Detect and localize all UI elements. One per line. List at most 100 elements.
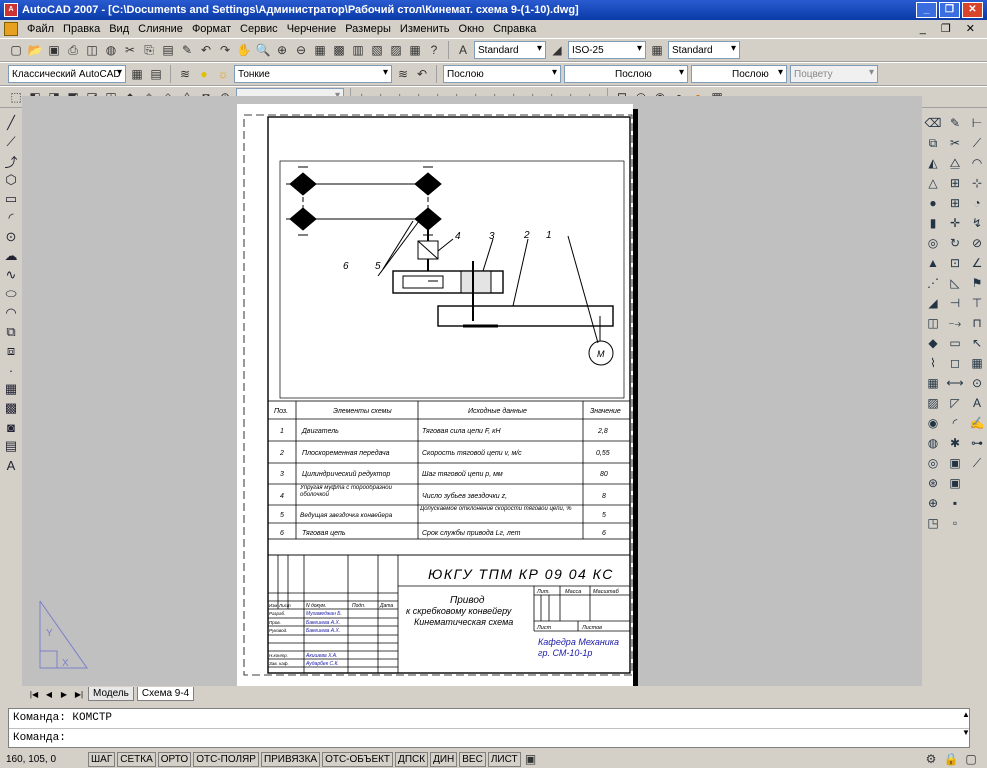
match-properties-icon[interactable]: ✎ [179, 42, 195, 58]
workspace-select[interactable]: Классический AutoCAD [8, 65, 126, 83]
calculator-icon[interactable]: ▦ [407, 42, 423, 58]
dim-text-edit-icon[interactable]: ✍ [968, 414, 986, 432]
osnap-toggle[interactable]: ПРИВЯЗКА [260, 751, 321, 767]
cone-solid-icon[interactable]: ▲ [924, 254, 942, 272]
extend-icon[interactable]: ⤍ [946, 314, 964, 332]
box-solid-icon[interactable]: ◫ [924, 314, 942, 332]
break-icon[interactable]: ▭ [946, 334, 964, 352]
jogged-icon[interactable]: ↯ [968, 214, 986, 232]
new-icon[interactable]: ▢ [8, 42, 24, 58]
linetype-select[interactable]: Послою [564, 65, 688, 83]
pencil-icon[interactable]: ✎ [946, 114, 964, 132]
ellipse-arc-icon[interactable]: ◠ [2, 304, 20, 322]
grid-array-icon[interactable]: ⊞ [946, 194, 964, 212]
lineweight-select[interactable]: Послою [691, 65, 787, 83]
torus-solid-icon[interactable]: ◎ [924, 234, 942, 252]
chamfer-icon[interactable]: ◸ [946, 394, 964, 412]
diameter-icon[interactable]: ⊘ [968, 234, 986, 252]
union-icon[interactable]: ◉ [924, 414, 942, 432]
gradient-icon[interactable]: ▩ [2, 399, 20, 417]
tolerance-icon[interactable]: ▦ [968, 354, 986, 372]
layer-select[interactable]: Тонкие [234, 65, 392, 83]
menu-format[interactable]: Формат [192, 23, 231, 35]
zoom-realtime-icon[interactable]: 🔍 [255, 42, 271, 58]
menu-draw[interactable]: Черчение [287, 23, 337, 35]
help-icon[interactable]: ? [426, 42, 442, 58]
make-current-layer-icon[interactable]: ≋ [395, 66, 411, 82]
join-icon[interactable]: ⟷ [946, 374, 964, 392]
document-menu-icon[interactable] [4, 22, 18, 36]
copy-object-icon[interactable]: ⧉ [924, 134, 942, 152]
redo-icon[interactable]: ↷ [217, 42, 233, 58]
menu-tools[interactable]: Сервис [240, 23, 278, 35]
dyn-toggle[interactable]: ДИН [430, 751, 458, 767]
preview-icon[interactable]: ◫ [84, 42, 100, 58]
menu-modify[interactable]: Изменить [400, 23, 450, 35]
break-point-icon[interactable]: ◻ [946, 354, 964, 372]
clean-screen-icon[interactable]: ▢ [963, 751, 979, 767]
color-select[interactable]: Послою [443, 65, 561, 83]
radius-icon[interactable]: ◔ [968, 194, 986, 212]
minimize-button[interactable]: _ [916, 2, 937, 18]
menu-merge[interactable]: Слияние [138, 23, 183, 35]
dim-edit-icon[interactable]: A [968, 394, 986, 412]
mirror2-icon[interactable]: ⧋ [946, 154, 964, 172]
snap-toggle[interactable]: ШАГ [88, 751, 116, 767]
aligned-dim-icon[interactable]: ⟋ [968, 134, 986, 152]
print-icon[interactable]: ⎙ [65, 42, 81, 58]
intersect-icon[interactable]: ◎ [924, 454, 942, 472]
polygon-icon[interactable]: ⬡ [2, 171, 20, 189]
point-icon[interactable]: · [2, 361, 20, 379]
flatten-icon[interactable]: ◳ [924, 514, 942, 532]
continue-icon[interactable]: ⊓ [968, 314, 986, 332]
baseline-icon[interactable]: ⊤ [968, 294, 986, 312]
properties-icon[interactable]: ▦ [312, 42, 328, 58]
command-scrollbar[interactable]: ▲ ▼ [962, 710, 970, 737]
viewport-icon[interactable]: ▣ [946, 474, 964, 492]
rectangle-icon[interactable]: ▭ [2, 190, 20, 208]
spline-icon[interactable]: ∿ [2, 266, 20, 284]
offset-icon[interactable]: △ [924, 174, 942, 192]
tab-model[interactable]: Модель [88, 687, 134, 701]
first-tab-icon[interactable]: |◀ [28, 690, 40, 699]
dim-style-edit-icon[interactable]: ⟋ [968, 454, 986, 472]
layer-state-icon[interactable]: ≋ [177, 66, 193, 82]
fillet-icon[interactable]: ◜ [946, 414, 964, 432]
prev-tab-icon[interactable]: ◀ [43, 690, 55, 699]
otrack-toggle[interactable]: ОТС-ОБЪЕКТ [322, 751, 394, 767]
viewport3-icon[interactable]: ▫ [946, 514, 964, 532]
explode-icon[interactable]: ✱ [946, 434, 964, 452]
arc-icon[interactable]: ◜ [2, 209, 20, 227]
table-style-select[interactable]: Standard [668, 41, 740, 59]
slice-icon[interactable]: ⊛ [924, 474, 942, 492]
qleader-icon[interactable]: ↖ [968, 334, 986, 352]
save-icon[interactable]: ▣ [46, 42, 62, 58]
planar-icon[interactable]: ⋰ [924, 274, 942, 292]
menu-window[interactable]: Окно [459, 23, 485, 35]
tool-palettes-icon[interactable]: ▥ [350, 42, 366, 58]
autocad-app-icon[interactable]: A [4, 3, 18, 17]
menu-file[interactable]: Файл [27, 23, 54, 35]
line-icon[interactable]: ╱ [2, 114, 20, 132]
rotate-icon[interactable]: ↻ [946, 234, 964, 252]
ellipse-icon[interactable]: ⬭ [2, 285, 20, 303]
mirror-icon[interactable]: ◭ [924, 154, 942, 172]
array-icon[interactable]: ⊞ [946, 174, 964, 192]
undo-icon[interactable]: ↶ [198, 42, 214, 58]
pan-icon[interactable]: ✋ [236, 42, 252, 58]
move-icon[interactable]: ✛ [946, 214, 964, 232]
mtext-icon[interactable]: A [2, 456, 20, 474]
lightbulb-icon[interactable]: ● [196, 66, 212, 82]
mdi-controls[interactable]: _ ❐ ✕ [920, 22, 981, 35]
linear-dim-icon[interactable]: ⊢ [968, 114, 986, 132]
trim-icon[interactable]: ⊣ [946, 294, 964, 312]
quick-dim-icon[interactable]: ⚑ [968, 274, 986, 292]
plotstyle-select[interactable]: Поцвету [790, 65, 878, 83]
helix-icon[interactable]: ⌇ [924, 354, 942, 372]
circle-icon[interactable]: ⊙ [2, 228, 20, 246]
layer-previous-icon[interactable]: ↶ [414, 66, 430, 82]
last-tab-icon[interactable]: ▶| [73, 690, 85, 699]
layout-icon[interactable]: ▣ [946, 454, 964, 472]
scissors-icon[interactable]: ✂ [946, 134, 964, 152]
angular-icon[interactable]: ∠ [968, 254, 986, 272]
